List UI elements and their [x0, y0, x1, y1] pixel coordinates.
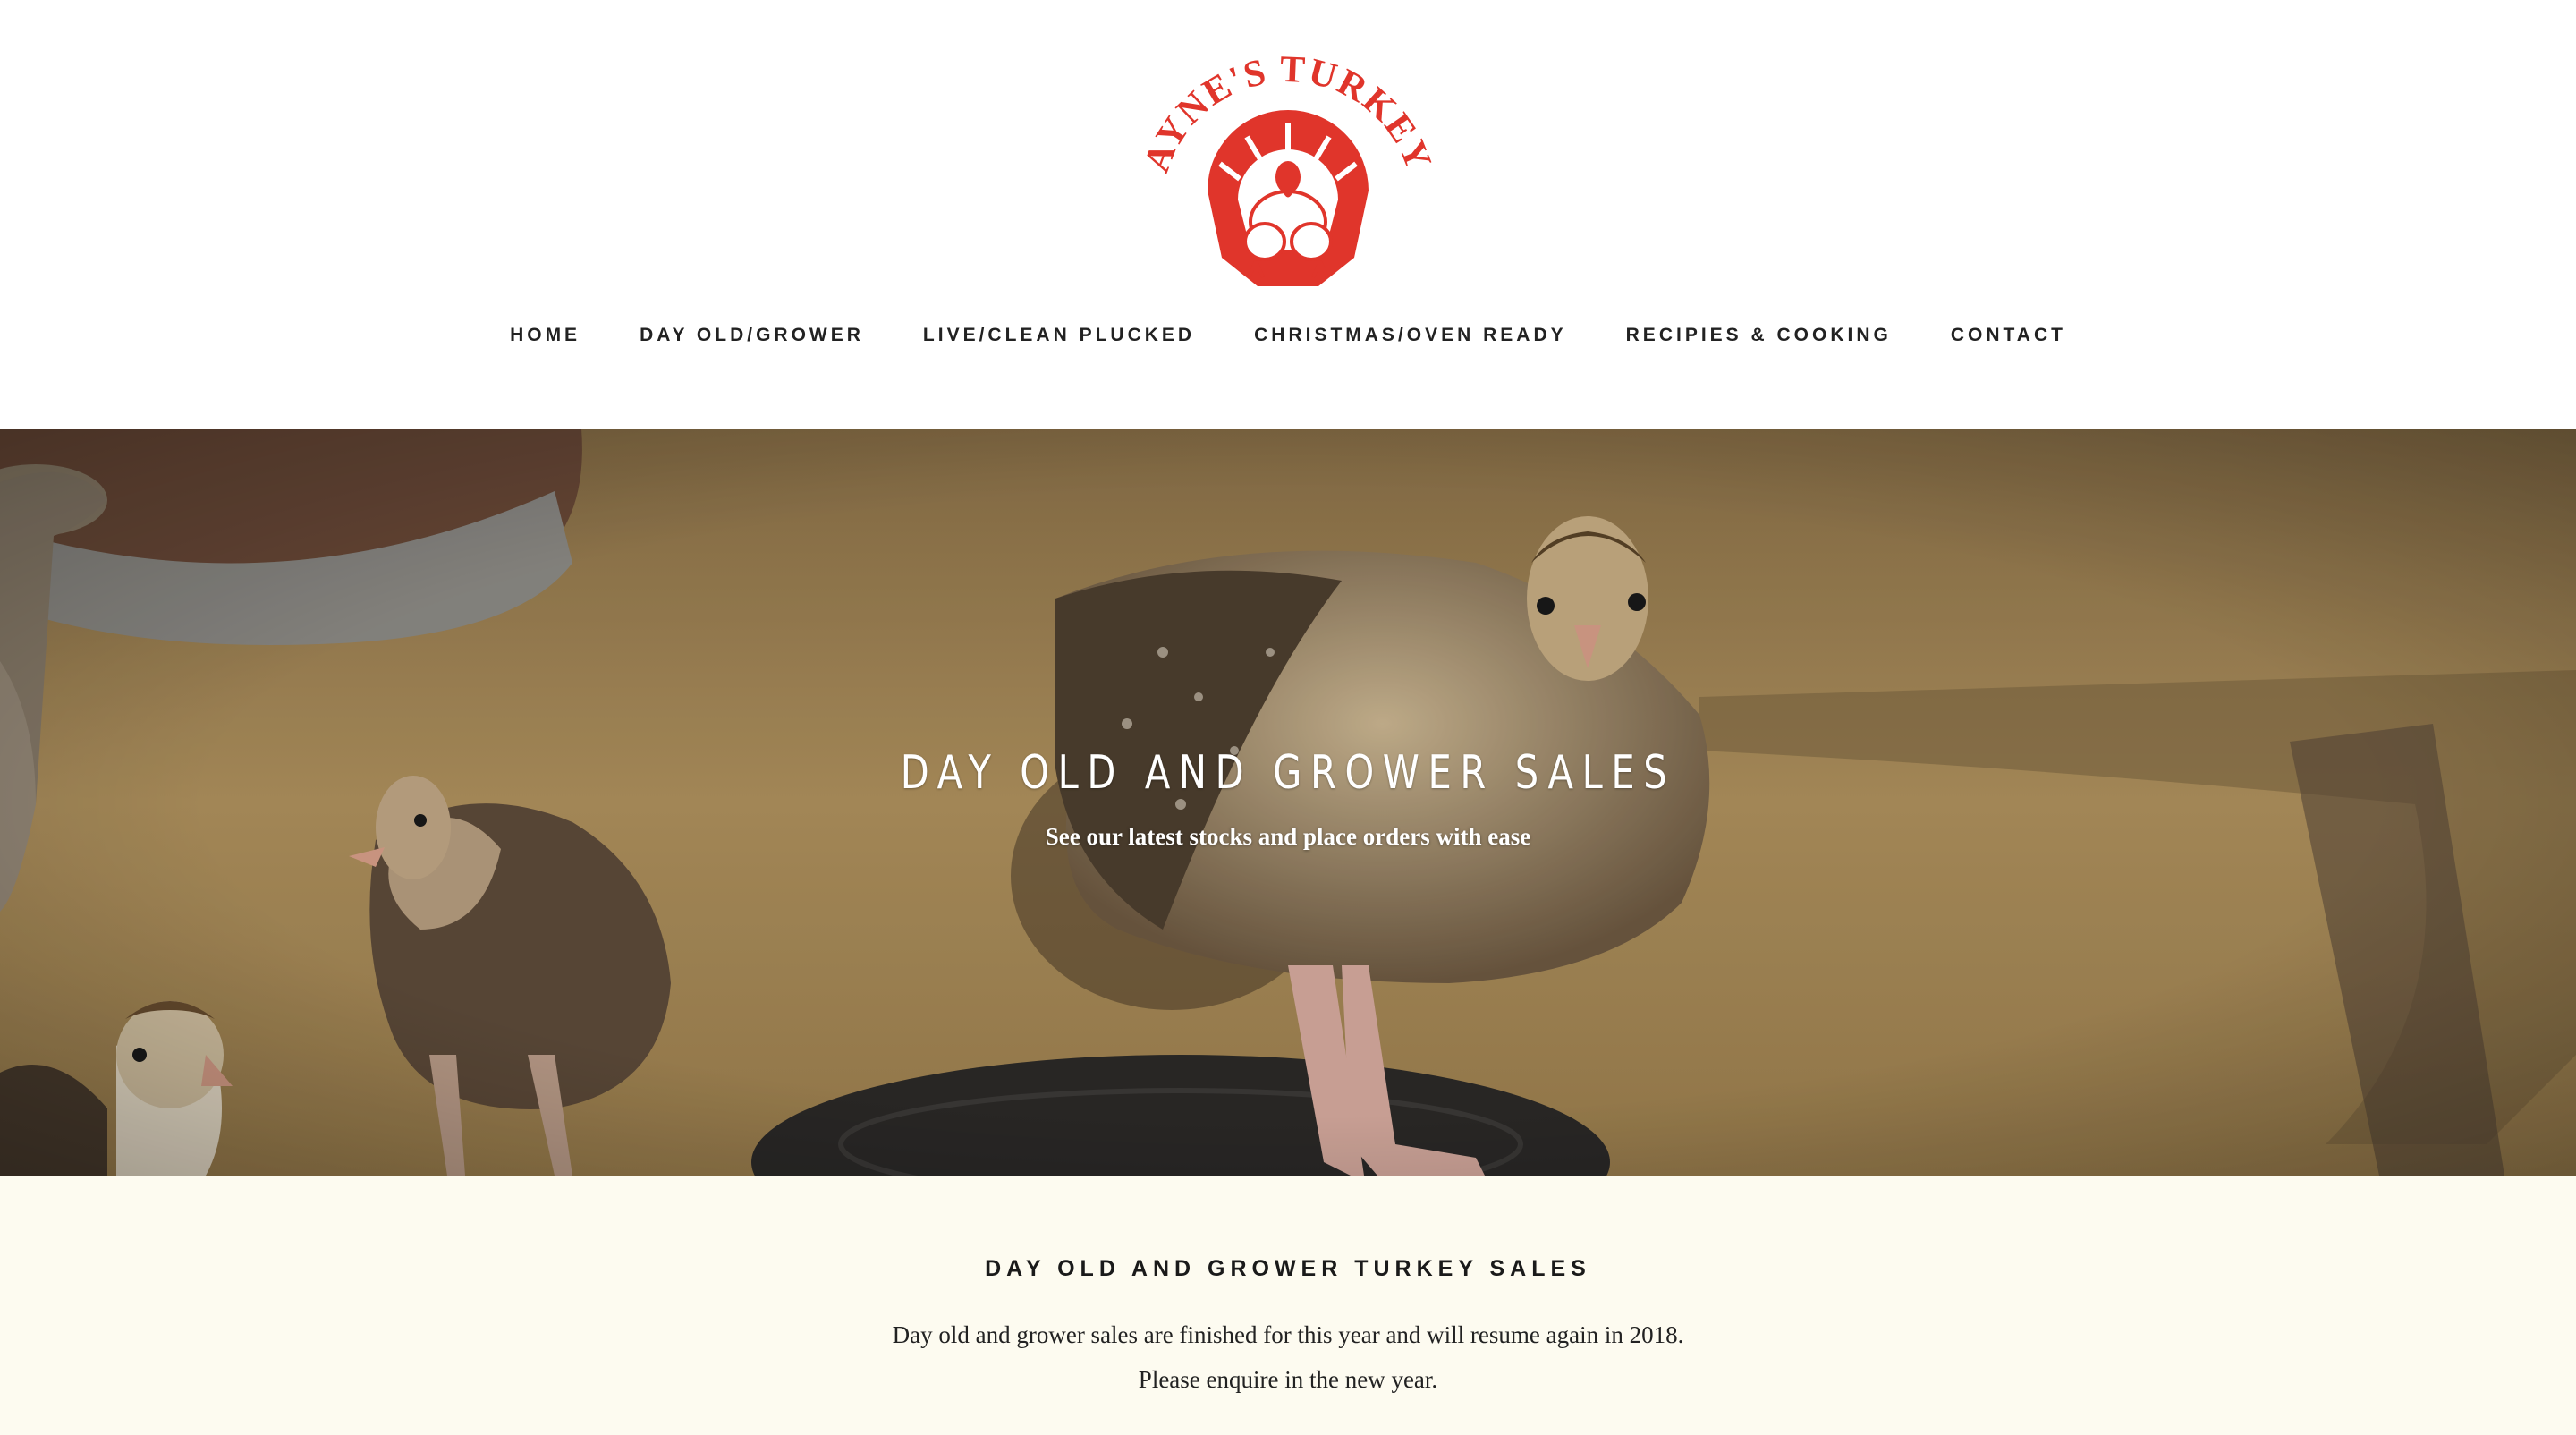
site-header: PAYNE'S TURKEYS HOME DAY OLD/GROWER LIVE… — [0, 0, 2576, 429]
site-logo[interactable]: PAYNE'S TURKEYS — [1119, 11, 1445, 301]
nav-item-contact[interactable]: CONTACT — [1951, 325, 2066, 346]
hero-subtitle: See our latest stocks and place orders w… — [1045, 823, 1531, 850]
hero-title: DAY OLD AND GROWER SALES — [900, 745, 1676, 800]
nav-item-day-old-grower[interactable]: DAY OLD/GROWER — [640, 325, 864, 346]
hero-banner: DAY OLD AND GROWER SALES See our latest … — [0, 429, 2576, 1176]
content-heading: DAY OLD AND GROWER TURKEY SALES — [985, 1256, 1591, 1281]
content-paragraph: Please enquire in the new year. — [1138, 1366, 1438, 1393]
nav-item-christmas-oven-ready[interactable]: CHRISTMAS/OVEN READY — [1254, 325, 1567, 346]
nav-item-live-clean-plucked[interactable]: LIVE/CLEAN PLUCKED — [923, 325, 1195, 346]
nav-item-recipies-cooking[interactable]: RECIPIES & COOKING — [1626, 325, 1892, 346]
main-nav: HOME DAY OLD/GROWER LIVE/CLEAN PLUCKED C… — [0, 318, 2576, 353]
content-paragraph: Day old and grower sales are finished fo… — [892, 1321, 1684, 1348]
content-section: DAY OLD AND GROWER TURKEY SALES Day old … — [0, 1176, 2576, 1435]
payne-turkeys-logo-icon: PAYNE'S TURKEYS — [1119, 11, 1437, 286]
hero-text: DAY OLD AND GROWER SALES See our latest … — [0, 429, 2576, 1176]
nav-item-home[interactable]: HOME — [510, 325, 580, 346]
